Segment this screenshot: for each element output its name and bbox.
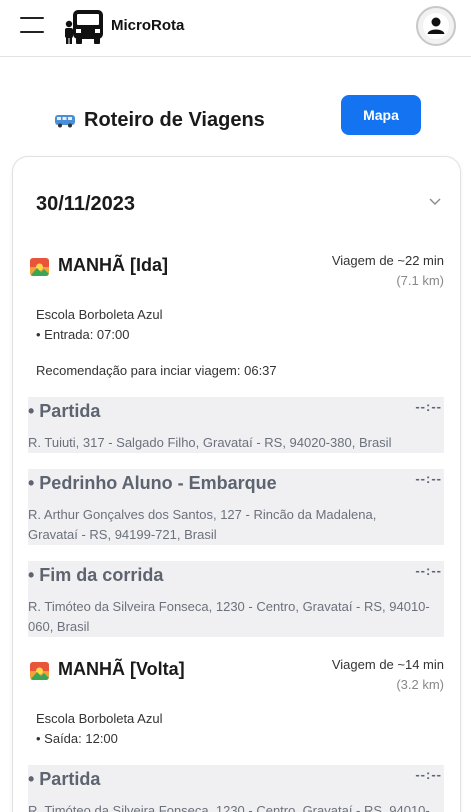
bus-logo-icon[interactable] (64, 7, 106, 45)
hamburger-menu-icon[interactable] (20, 17, 44, 33)
page-heading: Roteiro de Viagens Mapa (0, 95, 471, 140)
map-button[interactable]: Mapa (341, 95, 421, 135)
stop-time: --:-- (415, 563, 442, 578)
stop-address-line: R. Timóteo da Silveira Fonseca, 1230 - C… (28, 599, 430, 614)
user-avatar-icon[interactable] (416, 6, 456, 46)
stop-name: • Fim da corrida (28, 565, 164, 585)
date-label: 30/11/2023 (36, 193, 135, 215)
stop-address: R. Arthur Gonçalves dos Santos, 127 - Ri… (28, 505, 444, 545)
trip-schedule: • Entrada: 07:00 (36, 327, 130, 342)
brand-name: MicroRota (111, 17, 185, 34)
stop-item[interactable]: • Partida --:-- R. Timóteo da Silveira F… (28, 765, 444, 812)
stop-address-line: R. Arthur Gonçalves dos Santos, 127 - Ri… (28, 507, 377, 522)
trip-header: MANHÃ [Ida] Viagem de ~22 min (7.1 km) (30, 251, 450, 301)
trip-title: MANHÃ [Volta] (58, 659, 185, 679)
stop-time: --:-- (415, 399, 442, 414)
trip-distance: (7.1 km) (396, 273, 444, 288)
page-title: Roteiro de Viagens (84, 109, 265, 131)
trip-title: MANHÃ [Ida] (58, 255, 168, 275)
stop-item[interactable]: • Pedrinho Aluno - Embarque --:-- R. Art… (28, 469, 444, 545)
trip-recommendation: Recomendação para inciar viagem: 06:37 (36, 363, 277, 378)
van-icon (55, 115, 75, 128)
trip-distance: (3.2 km) (396, 677, 444, 692)
stop-time: --:-- (415, 471, 442, 486)
trip-info: Escola Borboleta Azul • Entrada: 07:00 (36, 305, 162, 345)
trip-info: Escola Borboleta Azul • Saída: 12:00 (36, 709, 162, 749)
stop-item[interactable]: • Fim da corrida --:-- R. Timóteo da Sil… (28, 561, 444, 637)
trip-duration: Viagem de ~22 min (331, 253, 444, 268)
stop-address: R. Tuiuti, 317 - Salgado Filho, Gravataí… (28, 435, 392, 450)
chevron-down-icon[interactable] (428, 197, 442, 207)
stop-address: R. Timóteo da Silveira Fonseca, 1230 - C… (28, 803, 430, 812)
sunrise-icon (30, 662, 49, 680)
stop-time: --:-- (415, 767, 442, 782)
sunrise-icon (30, 258, 49, 276)
stop-address: R. Timóteo da Silveira Fonseca, 1230 - C… (28, 597, 444, 637)
trip-schedule: • Saída: 12:00 (36, 731, 118, 746)
stop-address-line: Gravataí - RS, 94199-721, Brasil (28, 527, 217, 542)
trip-meta: Viagem de ~22 min (7.1 km) (332, 251, 444, 291)
stop-name: • Partida (28, 401, 101, 421)
date-selector[interactable]: 30/11/2023 (36, 193, 446, 219)
stop-name: • Pedrinho Aluno - Embarque (28, 473, 277, 493)
school-name: Escola Borboleta Azul (36, 307, 163, 322)
trip-duration: Viagem de ~14 min (331, 657, 444, 672)
trip-header: MANHÃ [Volta] Viagem de ~14 min (3.2 km) (30, 655, 450, 705)
trip-meta: Viagem de ~14 min (3.2 km) (332, 655, 444, 695)
school-name: Escola Borboleta Azul (36, 711, 163, 726)
stop-address-line: 060, Brasil (28, 619, 90, 634)
stop-name: • Partida (28, 769, 101, 789)
top-bar: MicroRota (0, 0, 471, 57)
stop-item[interactable]: • Partida --:-- R. Tuiuti, 317 - Salgado… (28, 397, 444, 453)
